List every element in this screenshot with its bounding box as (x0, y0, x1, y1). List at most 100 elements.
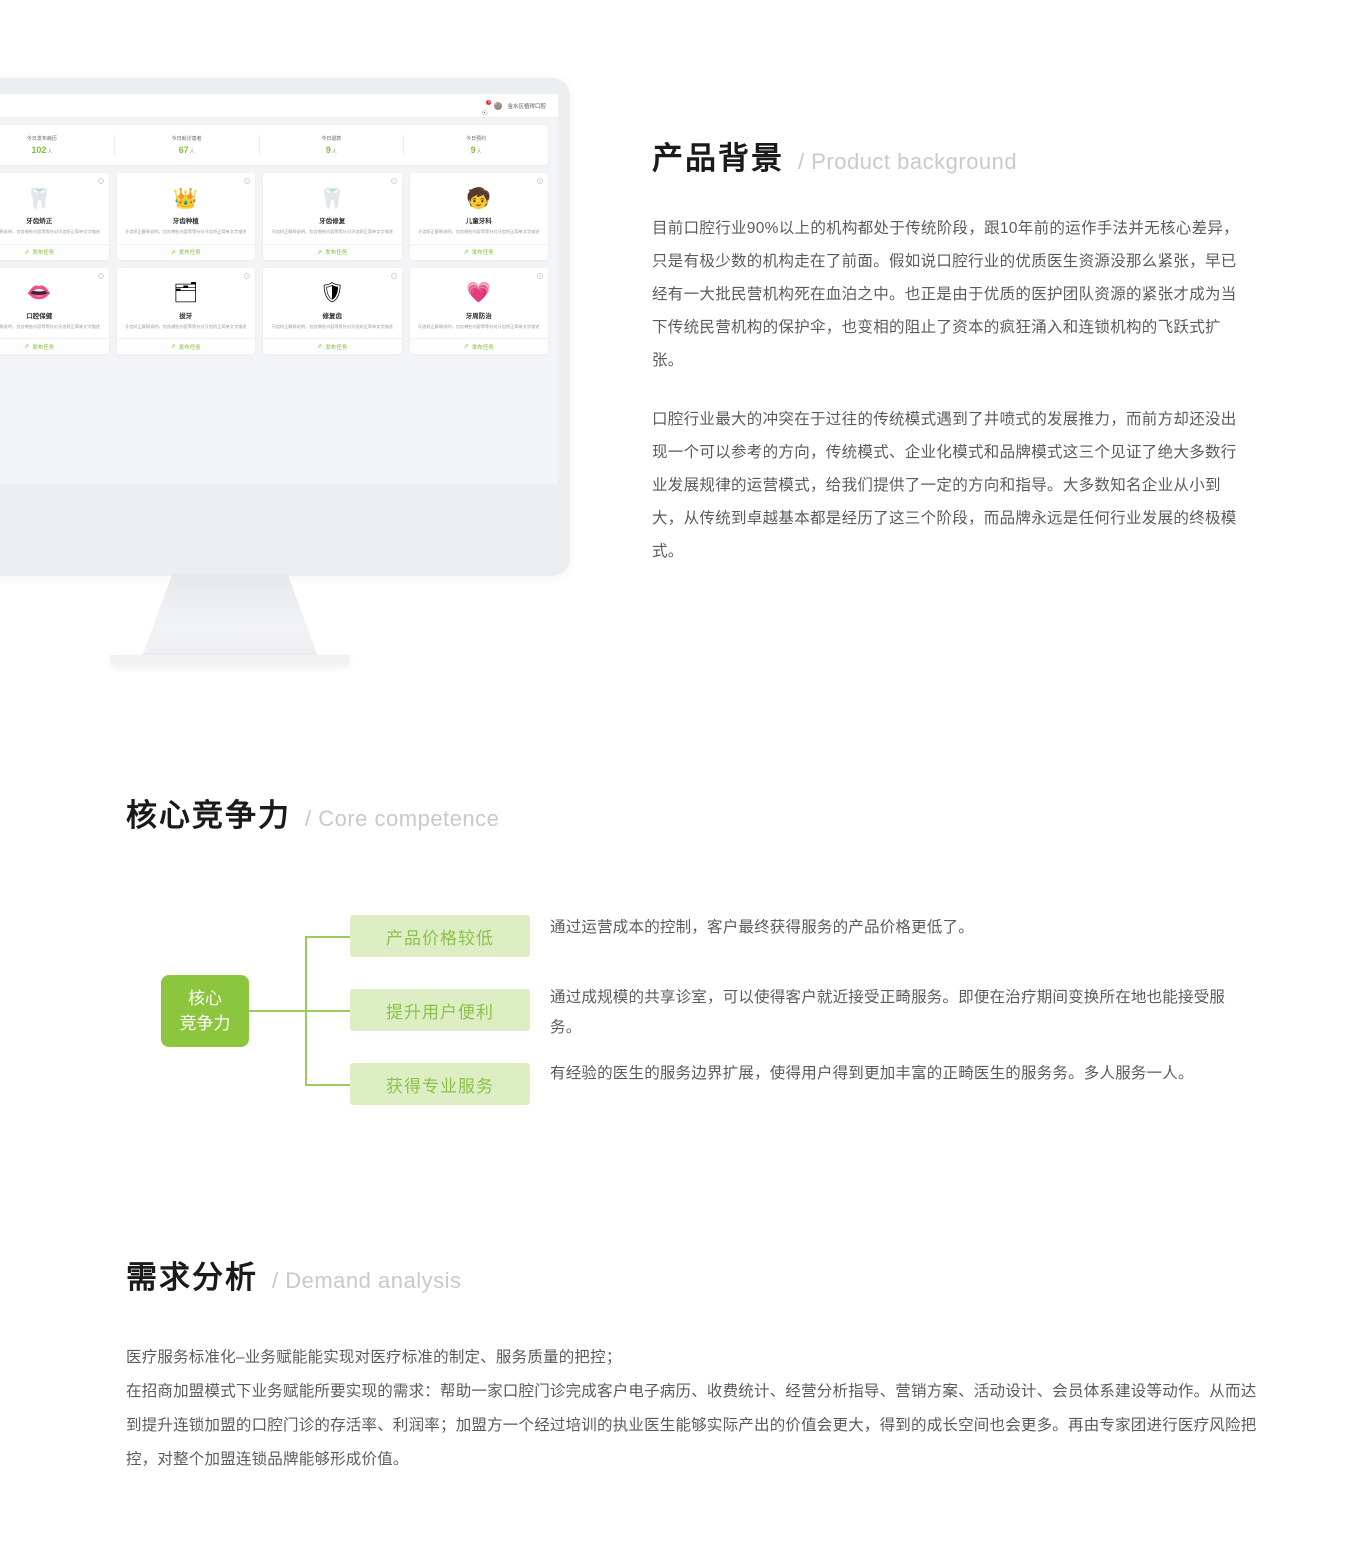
publish-label: 发布任务 (325, 344, 348, 351)
background-paragraph-1: 目前口腔行业90%以上的机构都处于传统阶段，跟10年前的运作手法并无核心差异，只… (652, 220, 1239, 369)
stat-today-appointments: 今日预约 9人 (404, 135, 548, 155)
page-root: 值得美 远程正畸 Z H I D E M E I 任务中心 任务发布 (0, 0, 1366, 1559)
publish-task-button[interactable]: ⇗ 发布任务 (263, 243, 402, 260)
demand-paragraph: 在招商加盟模式下业务赋能所要实现的需求：帮助一家口腔门诊完成客户电子病历、收费统… (126, 1383, 1257, 1469)
publish-label: 发布任务 (32, 344, 55, 351)
stats-summary-card: 今日发布病历 102人 今日就诊患者 67人 今日退款 9人 今日预约 9人 (0, 125, 548, 165)
stat-label: 今日预约 (466, 136, 487, 142)
section-title-en: / Demand analysis (272, 1268, 462, 1293)
hero-monitor-mockup: 值得美 远程正畸 Z H I D E M E I 任务中心 任务发布 (0, 0, 700, 700)
stat-unit: 人 (189, 149, 195, 155)
section-title-cn: 产品背景 (652, 141, 784, 176)
service-card[interactable]: ? 🧒 儿童牙科 牙齿矫正解释说明，包含哪些内容等等针对牙齿矫正简单文字描述 ⇗… (409, 173, 548, 260)
section-core-competence: 核心竞争力 / Core competence 核心 竞争力 产品价格较低 提升… (126, 790, 1256, 1147)
service-desc: 牙齿矫正解释说明，包含哪些内容等等针对牙齿矫正简单文字描述 (0, 229, 100, 234)
monitor-screen: 值得美 远程正畸 Z H I D E M E I 任务中心 任务发布 (0, 94, 558, 484)
tooth-shield-icon: 🛡 (319, 282, 345, 305)
publish-task-button[interactable]: ⇗ 发布任务 (116, 338, 255, 355)
service-title: 口腔保健 (26, 312, 53, 320)
section-title-cn: 需求分析 (126, 1260, 258, 1295)
braces-icon: 🦷 (26, 187, 52, 210)
stat-number: 9 (470, 145, 476, 155)
service-title: 修复齿 (322, 312, 343, 320)
stat-unit: 人 (476, 149, 482, 155)
service-desc: 牙齿矫正解释说明，包含哪些内容等等针对牙齿矫正简单文字描述 (418, 229, 540, 234)
core-text-3: 有经验的医生的服务边界扩展，使得用户得到更加丰富的正畸医生的服务务。多人服务一人… (550, 1065, 1194, 1082)
core-competence-diagram: 核心 竞争力 产品价格较低 提升用户便利 获得专业服务 通过运营成本的控制，客户… (126, 897, 1256, 1147)
service-card[interactable]: ? 🦷 牙齿矫正 牙齿矫正解释说明，包含哪些内容等等针对牙齿矫正简单文字描述 ⇗… (0, 173, 109, 260)
bell-icon: ☉ (481, 109, 488, 117)
dental-admin-app: 值得美 远程正畸 Z H I D E M E I 任务中心 任务发布 (0, 94, 558, 484)
publish-icon: ⇗ (24, 249, 30, 256)
stat-value: 9人 (260, 145, 404, 155)
section-demand-analysis: 需求分析 / Demand analysis 医疗服务标准化–业务赋能能实现对医… (126, 1252, 1261, 1477)
section-heading: 需求分析 / Demand analysis (126, 1252, 1261, 1297)
core-chip-1: 产品价格较低 (350, 915, 530, 957)
stat-today-records: 今日发布病历 102人 (0, 135, 115, 155)
service-card[interactable]: ? 👄 口腔保健 牙齿矫正解释说明，包含哪些内容等等针对牙齿矫正简单文字描述 ⇗… (0, 267, 109, 355)
stat-number: 102 (31, 145, 47, 155)
child-dentistry-icon: 🧒 (466, 187, 492, 210)
core-text-1: 通过运营成本的控制，客户最终获得服务的产品价格更低了。 (550, 919, 974, 936)
tooth-repair-icon: 🦷 (319, 187, 345, 210)
service-card[interactable]: ? 🛡 修复齿 牙齿矫正解释说明，包含哪些内容等等针对牙齿矫正简单文字描述 ⇗ … (263, 267, 402, 355)
service-desc: 牙齿矫正解释说明，包含哪些内容等等针对牙齿矫正简单文字描述 (271, 229, 393, 234)
publish-label: 发布任务 (471, 250, 494, 257)
publish-label: 发布任务 (178, 344, 201, 351)
section-title-cn: 核心竞争力 (126, 798, 291, 833)
publish-icon: ⇗ (317, 249, 323, 256)
publish-icon: ⇗ (24, 344, 30, 351)
help-icon[interactable]: ? (244, 178, 250, 184)
service-title: 牙齿矫正 (26, 218, 53, 225)
publish-icon: ⇗ (463, 344, 469, 351)
help-icon[interactable]: ? (390, 178, 397, 184)
publish-task-button[interactable]: ⇗ 发布任务 (0, 338, 109, 355)
service-card[interactable]: ? 💗 牙周防治 牙齿矫正解释说明，包含哪些内容等等针对牙齿矫正简单文字描述 ⇗… (409, 267, 548, 355)
core-root-line1: 核心 (188, 988, 222, 1008)
help-icon[interactable]: ? (97, 272, 104, 279)
service-card[interactable]: ? 🗂 拔牙 牙齿矫正解释说明，包含哪些内容等等针对牙齿矫正简单文字描述 ⇗ 发… (116, 267, 255, 355)
demand-body: 医疗服务标准化–业务赋能能实现对医疗标准的制定、服务质量的把控； 在招商加盟模式… (126, 1341, 1261, 1477)
stat-value: 67人 (115, 145, 259, 155)
service-desc: 牙齿矫正解释说明，包含哪些内容等等针对牙齿矫正简单文字描述 (418, 323, 540, 329)
publish-task-button[interactable]: ⇗ 发布任务 (409, 243, 548, 260)
notification-bell-button[interactable]: ☉ 0 (481, 99, 492, 117)
user-name: 金水区植得口腔 (507, 103, 546, 110)
publish-task-button[interactable]: ⇗ 发布任务 (263, 338, 402, 355)
help-icon[interactable]: ? (244, 272, 250, 279)
demand-line-1: 医疗服务标准化–业务赋能能实现对医疗标准的制定、服务质量的把控； (126, 1349, 622, 1366)
service-desc: 牙齿矫正解释说明，包含哪些内容等等针对牙齿矫正简单文字描述 (125, 323, 247, 329)
stat-number: 67 (178, 145, 189, 155)
service-title: 拔牙 (179, 312, 193, 320)
publish-label: 发布任务 (178, 250, 201, 257)
publish-task-button[interactable]: ⇗ 发布任务 (409, 338, 548, 355)
connector-branch-1 (305, 936, 350, 938)
service-card[interactable]: ? 👑 牙齿种植 牙齿矫正解释说明，包含哪些内容等等针对牙齿矫正简单文字描述 ⇗… (116, 173, 255, 260)
service-desc: 牙齿矫正解释说明，包含哪些内容等等针对牙齿矫正简单文字描述 (125, 229, 247, 234)
service-card[interactable]: ? 🦷 牙齿修复 牙齿矫正解释说明，包含哪些内容等等针对牙齿矫正简单文字描述 ⇗… (263, 173, 402, 260)
stat-unit: 人 (47, 149, 53, 155)
section-heading: 产品背景 / Product background (652, 133, 1252, 178)
avatar[interactable] (494, 101, 503, 110)
publish-label: 发布任务 (325, 250, 348, 257)
publish-task-button[interactable]: ⇗ 发布任务 (0, 243, 109, 260)
stat-label: 今日退款 (321, 136, 342, 142)
connector-horizontal (249, 1010, 306, 1012)
publish-icon: ⇗ (317, 344, 323, 351)
publish-icon: ⇗ (463, 249, 469, 256)
help-icon[interactable]: ? (390, 272, 397, 279)
help-icon[interactable]: ? (97, 178, 104, 184)
help-icon[interactable]: ? (537, 272, 543, 279)
tooth-heart-icon: 💗 (466, 282, 492, 305)
publish-label: 发布任务 (471, 344, 494, 351)
notification-badge: 0 (486, 99, 492, 105)
monitor-frame: 值得美 远程正畸 Z H I D E M E I 任务中心 任务发布 (0, 78, 570, 576)
publish-task-button[interactable]: ⇗ 发布任务 (116, 243, 255, 260)
oral-care-icon: 👄 (26, 282, 52, 305)
stat-value: 9人 (404, 145, 548, 155)
app-main: 任务发布 ☉ 0 金水区植得口腔 (0, 94, 558, 484)
topbar-right: ☉ 0 金水区植得口腔 (481, 99, 546, 117)
background-paragraph-2: 口腔行业最大的冲突在于过往的传统模式遇到了井喷式的发展推力，而前方却还没出现一个… (652, 411, 1237, 560)
service-title: 牙周防治 (465, 312, 492, 320)
help-icon[interactable]: ? (537, 178, 543, 184)
